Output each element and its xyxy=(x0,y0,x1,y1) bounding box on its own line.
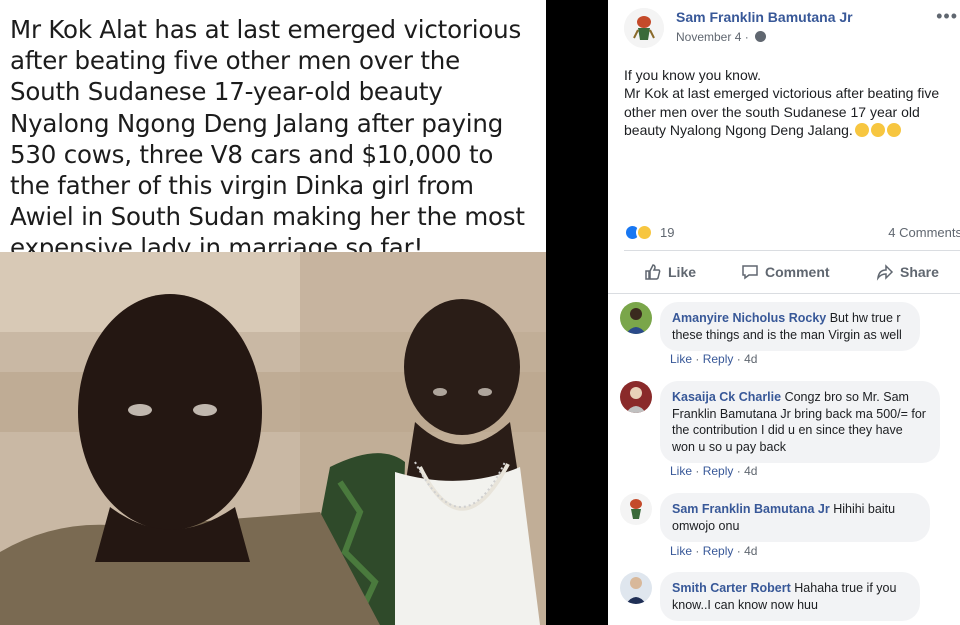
comment-time[interactable]: 4d xyxy=(744,544,757,558)
comment-author[interactable]: Amanyire Nicholus Rocky xyxy=(672,311,826,325)
comment-like-link[interactable]: Like xyxy=(670,464,692,478)
avatar-photo-icon xyxy=(620,302,652,334)
thumbs-up-icon xyxy=(645,264,661,280)
comment-bubble: Sam Franklin Bamutana Jr Hihihi baitu om… xyxy=(660,493,930,542)
comment-bubble: Smith Carter Robert Hahaha true if you k… xyxy=(660,572,920,621)
post-text-line-2: Mr Kok at last emerged victorious after … xyxy=(624,84,958,139)
post-text-line-1: If you know you know. xyxy=(624,67,761,83)
like-button[interactable]: Like xyxy=(644,263,696,281)
laughing-emoji-icon xyxy=(886,123,901,138)
comment-like-link[interactable]: Like xyxy=(670,352,692,366)
commenter-avatar[interactable] xyxy=(620,381,652,413)
comment-author[interactable]: Sam Franklin Bamutana Jr xyxy=(672,502,830,516)
like-button-label: Like xyxy=(668,264,697,280)
commenter-avatar[interactable] xyxy=(620,493,652,525)
meta-separator: · xyxy=(695,464,703,478)
comment-button[interactable]: Comment xyxy=(741,263,830,281)
couple-photo xyxy=(0,252,546,625)
comment-like-link[interactable]: Like xyxy=(670,544,692,558)
meta-separator: · xyxy=(736,352,745,366)
date-separator: · xyxy=(744,30,749,44)
comment-time[interactable]: 4d xyxy=(744,464,757,478)
avatar-photo-icon xyxy=(620,572,652,604)
image-caption-text: Mr Kok Alat has at last emerged victorio… xyxy=(10,15,525,263)
comment-meta: Like · Reply · 4d xyxy=(670,464,757,478)
author-avatar[interactable] xyxy=(624,8,664,48)
more-options-icon[interactable]: ••• xyxy=(936,6,958,27)
comment-meta: Like · Reply · 4d xyxy=(670,544,757,558)
laughing-emoji-icon xyxy=(854,123,869,138)
comment-author[interactable]: Kasaija Ck Charlie xyxy=(672,390,781,404)
comment-meta: Like · Reply · 4d xyxy=(670,352,757,366)
haha-reaction-icon xyxy=(636,224,653,241)
globe-icon xyxy=(755,31,767,42)
comment-button-label: Comment xyxy=(765,264,830,280)
meta-separator: · xyxy=(695,544,703,558)
post-panel: Sam Franklin Bamutana Jr November 4 · ••… xyxy=(608,0,960,625)
share-button-label: Share xyxy=(900,264,939,280)
comment-reply-link[interactable]: Reply xyxy=(703,544,734,558)
post-date-text: November 4 xyxy=(676,30,742,44)
image-caption-box: Mr Kok Alat has at last emerged victorio… xyxy=(0,0,546,262)
avatar-photo-icon xyxy=(620,381,652,413)
cartoon-avatar-icon xyxy=(620,493,652,525)
comments-count[interactable]: 4 Comments xyxy=(888,225,960,240)
shared-image[interactable]: Mr Kok Alat has at last emerged victorio… xyxy=(0,0,560,625)
share-arrow-icon xyxy=(876,264,894,281)
post-author-name[interactable]: Sam Franklin Bamutana Jr xyxy=(676,9,853,25)
laughing-emoji-icon xyxy=(870,123,885,138)
comment-reply-link[interactable]: Reply xyxy=(703,352,734,366)
comment-reply-link[interactable]: Reply xyxy=(703,464,734,478)
post-body: If you know you know. Mr Kok at last eme… xyxy=(624,66,958,140)
comment-time[interactable]: 4d xyxy=(744,352,757,366)
commenter-avatar[interactable] xyxy=(620,572,652,604)
post-timestamp[interactable]: November 4 · xyxy=(676,30,767,44)
meta-separator: · xyxy=(695,352,703,366)
comment-icon xyxy=(742,265,758,280)
comment-author[interactable]: Smith Carter Robert xyxy=(672,581,791,595)
meta-separator: · xyxy=(736,544,745,558)
couple-photo-illustration xyxy=(0,252,546,625)
post-actions: Like Comment Share xyxy=(624,251,960,293)
comment-bubble: Kasaija Ck Charlie Congz bro so Mr. Sam … xyxy=(660,381,940,463)
meta-separator: · xyxy=(736,464,745,478)
share-button[interactable]: Share xyxy=(876,263,939,281)
commenter-avatar[interactable] xyxy=(620,302,652,334)
reaction-count: 19 xyxy=(660,225,675,240)
comment-bubble: Amanyire Nicholus Rocky But hw true r th… xyxy=(660,302,920,351)
divider xyxy=(608,293,960,294)
cartoon-avatar-icon xyxy=(624,8,664,48)
